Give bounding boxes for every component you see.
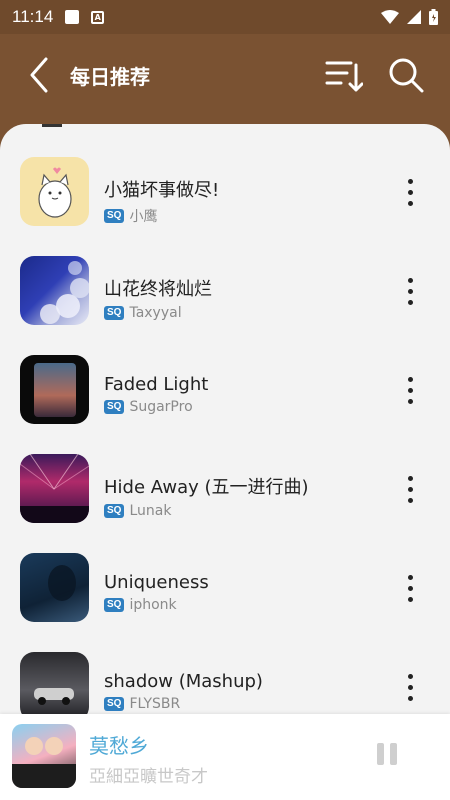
song-artist: iphonk bbox=[129, 597, 177, 613]
song-title: 山花终将灿烂 bbox=[104, 279, 212, 300]
now-playing-title: 莫愁乡 bbox=[89, 734, 149, 758]
song-info: 小猫坏事做尽! SQ 小鹰 bbox=[104, 176, 219, 226]
quality-badge: SQ bbox=[104, 209, 125, 223]
song-artist: FLYSBR bbox=[129, 696, 181, 712]
song-row[interactable]: Hide Away (五一进行曲) SQ Lunak bbox=[0, 439, 450, 538]
artist-line: SQ SugarPro bbox=[104, 399, 208, 415]
search-button[interactable] bbox=[384, 53, 428, 97]
song-title: Uniqueness bbox=[104, 572, 209, 593]
scroll-handle bbox=[42, 124, 62, 127]
more-options-icon[interactable] bbox=[398, 568, 422, 608]
app-bar-actions bbox=[322, 53, 428, 97]
now-playing-cover-icon bbox=[12, 724, 76, 788]
artist-line: SQ iphonk bbox=[104, 597, 209, 613]
quality-badge: SQ bbox=[104, 598, 125, 612]
app-bar: 每日推荐 bbox=[0, 34, 450, 116]
status-right-icons bbox=[381, 9, 438, 25]
song-artist: Lunak bbox=[129, 503, 172, 519]
song-row[interactable]: 山花终将灿烂 SQ Taxyyal bbox=[0, 241, 450, 340]
song-title: Hide Away (五一进行曲) bbox=[104, 477, 309, 498]
song-title: 小猫坏事做尽! bbox=[104, 180, 220, 201]
artist-line: SQ Lunak bbox=[104, 503, 309, 519]
sort-button[interactable] bbox=[322, 53, 366, 97]
cover-car-icon bbox=[20, 652, 89, 714]
notification-square-icon bbox=[65, 10, 80, 24]
song-info: 山花终将灿烂 SQ Taxyyal bbox=[104, 275, 212, 321]
a-box-icon: A bbox=[91, 10, 105, 24]
more-options-icon[interactable] bbox=[398, 172, 422, 212]
more-options-icon[interactable] bbox=[398, 370, 422, 410]
song-row[interactable]: Uniqueness SQ iphonk bbox=[0, 538, 450, 637]
song-info: Hide Away (五一进行曲) SQ Lunak bbox=[104, 473, 309, 519]
cover-portrait-icon bbox=[20, 553, 89, 622]
cover-cat-icon bbox=[20, 157, 89, 226]
wifi-icon bbox=[381, 10, 399, 24]
back-button[interactable] bbox=[12, 45, 66, 105]
quality-badge: SQ bbox=[104, 400, 125, 414]
song-info: Faded Light SQ SugarPro bbox=[104, 374, 208, 415]
more-options-icon[interactable] bbox=[398, 469, 422, 509]
battery-icon bbox=[429, 9, 438, 25]
now-playing-bar[interactable]: 莫愁乡 亞細亞曠世奇才 bbox=[0, 714, 450, 800]
artist-line: SQ FLYSBR bbox=[104, 696, 263, 712]
sort-list-icon bbox=[325, 61, 363, 92]
more-options-icon[interactable] bbox=[398, 271, 422, 311]
cover-faded-light-icon bbox=[20, 355, 89, 424]
song-info: shadow (Mashup) SQ FLYSBR bbox=[104, 671, 263, 712]
song-row[interactable]: 小猫坏事做尽! SQ 小鹰 bbox=[0, 142, 450, 241]
quality-badge: SQ bbox=[104, 504, 125, 518]
song-title: shadow (Mashup) bbox=[104, 671, 263, 692]
song-artist: 小鹰 bbox=[129, 209, 158, 225]
cover-concert-icon bbox=[20, 454, 89, 523]
artist-line: SQ Taxyyal bbox=[104, 305, 212, 321]
pause-icon[interactable] bbox=[372, 743, 402, 773]
search-icon bbox=[389, 58, 424, 93]
song-row[interactable]: shadow (Mashup) SQ FLYSBR bbox=[0, 637, 450, 714]
now-playing-artist: 亞細亞曠世奇才 bbox=[89, 767, 208, 787]
status-time: 11:14 bbox=[12, 7, 54, 26]
quality-badge: SQ bbox=[104, 306, 125, 320]
status-bar: 11:14 A bbox=[0, 0, 450, 34]
more-options-icon[interactable] bbox=[398, 667, 422, 707]
signal-icon bbox=[407, 10, 421, 24]
song-info: Uniqueness SQ iphonk bbox=[104, 572, 209, 613]
page-title: 每日推荐 bbox=[70, 64, 150, 89]
cover-flowers-icon bbox=[20, 256, 89, 325]
song-list[interactable]: 小猫坏事做尽! SQ 小鹰 山花终将灿烂 SQ Taxyyal Faded Li… bbox=[0, 124, 450, 714]
song-artist: Taxyyal bbox=[129, 305, 182, 321]
song-row[interactable]: Faded Light SQ SugarPro bbox=[0, 340, 450, 439]
back-chevron-icon bbox=[30, 57, 48, 93]
song-title: Faded Light bbox=[104, 374, 209, 395]
artist-line: SQ 小鹰 bbox=[104, 206, 219, 226]
song-artist: SugarPro bbox=[129, 399, 193, 415]
quality-badge: SQ bbox=[104, 697, 125, 711]
